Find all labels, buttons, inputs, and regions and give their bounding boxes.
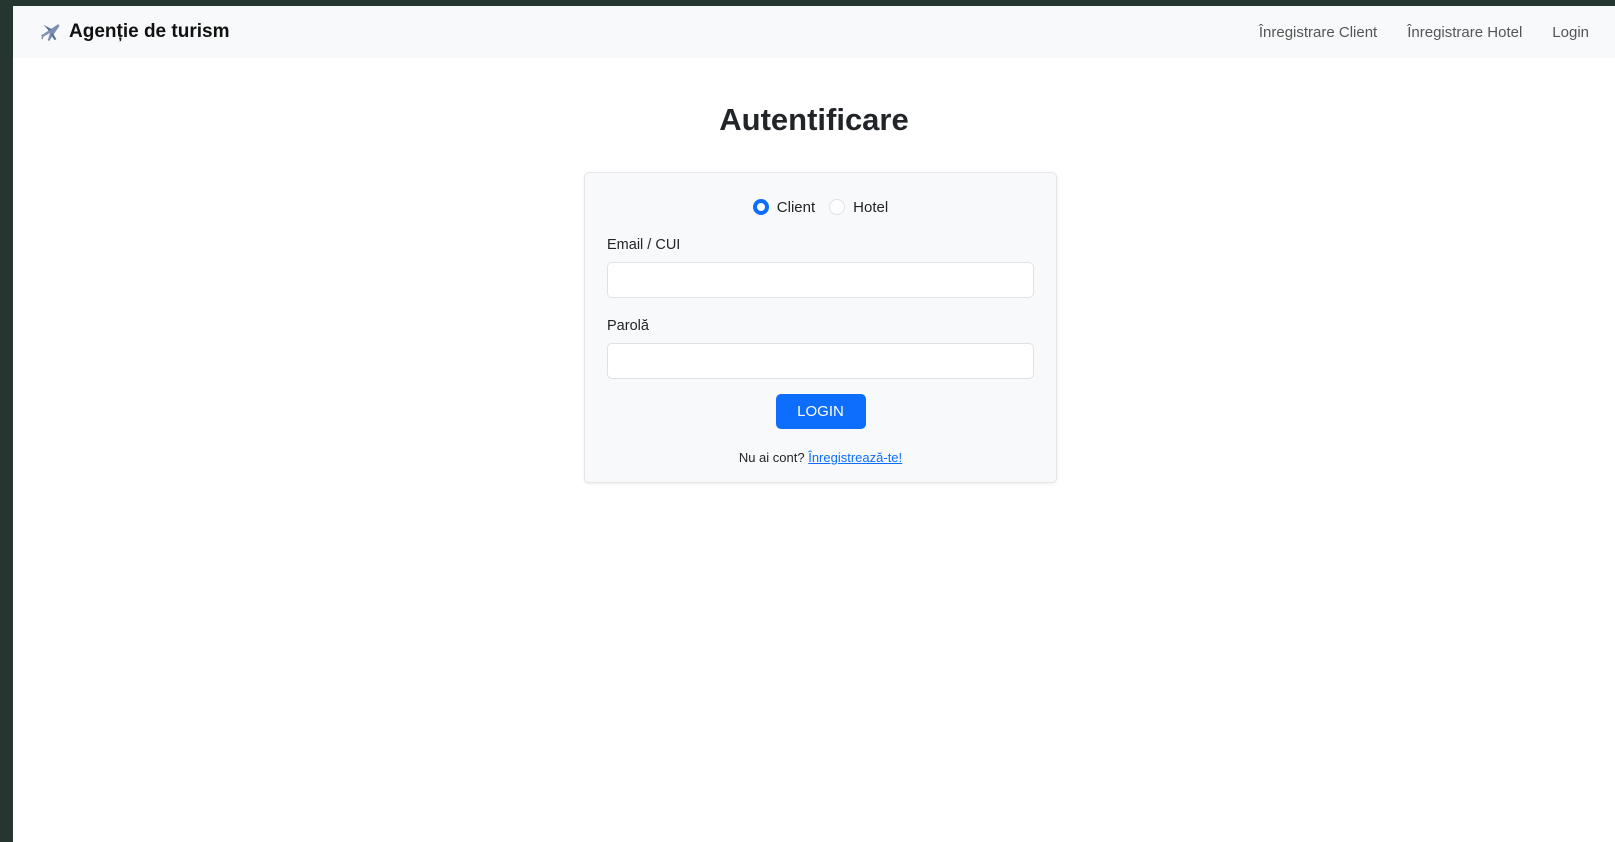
radio-hotel-label: Hotel (853, 198, 889, 216)
account-type-group: Client Hotel (607, 196, 1034, 218)
radio-client[interactable] (752, 199, 769, 215)
brand[interactable]: Agenție de turism (39, 21, 229, 43)
radio-client-option[interactable]: Client (752, 198, 816, 216)
register-prompt-row: Nu ai cont? Înregistrează-te! (607, 450, 1034, 465)
password-label: Parolă (607, 318, 649, 334)
radio-hotel-option[interactable]: Hotel (829, 199, 888, 216)
email-input[interactable] (607, 262, 1034, 298)
nav-register-client[interactable]: Înregistrare Client (1259, 24, 1377, 41)
airplane-icon (39, 22, 61, 42)
submit-row: LOGIN (607, 394, 1034, 429)
nav-register-hotel[interactable]: Înregistrare Hotel (1407, 24, 1522, 41)
brand-name: Agenție de turism (69, 21, 230, 42)
radio-client-label: Client (776, 198, 816, 216)
nav-links: Înregistrare Client Înregistrare Hotel L… (1259, 24, 1589, 41)
register-prompt: Nu ai cont? (738, 450, 805, 465)
email-label: Email / CUI (607, 237, 681, 253)
login-card: Client Hotel Email / CUI Parolă LOGIN Nu… (584, 172, 1057, 483)
page-title: Autentificare (719, 102, 909, 137)
radio-hotel[interactable] (829, 199, 846, 215)
navbar: Agenție de turism Înregistrare Client În… (13, 6, 1615, 58)
nav-login[interactable]: Login (1552, 24, 1589, 41)
browser-viewport: Agenție de turism Înregistrare Client În… (13, 6, 1615, 842)
register-link[interactable]: Înregistrează-te! (808, 450, 902, 465)
password-input[interactable] (607, 343, 1034, 379)
login-button[interactable]: LOGIN (775, 394, 866, 429)
